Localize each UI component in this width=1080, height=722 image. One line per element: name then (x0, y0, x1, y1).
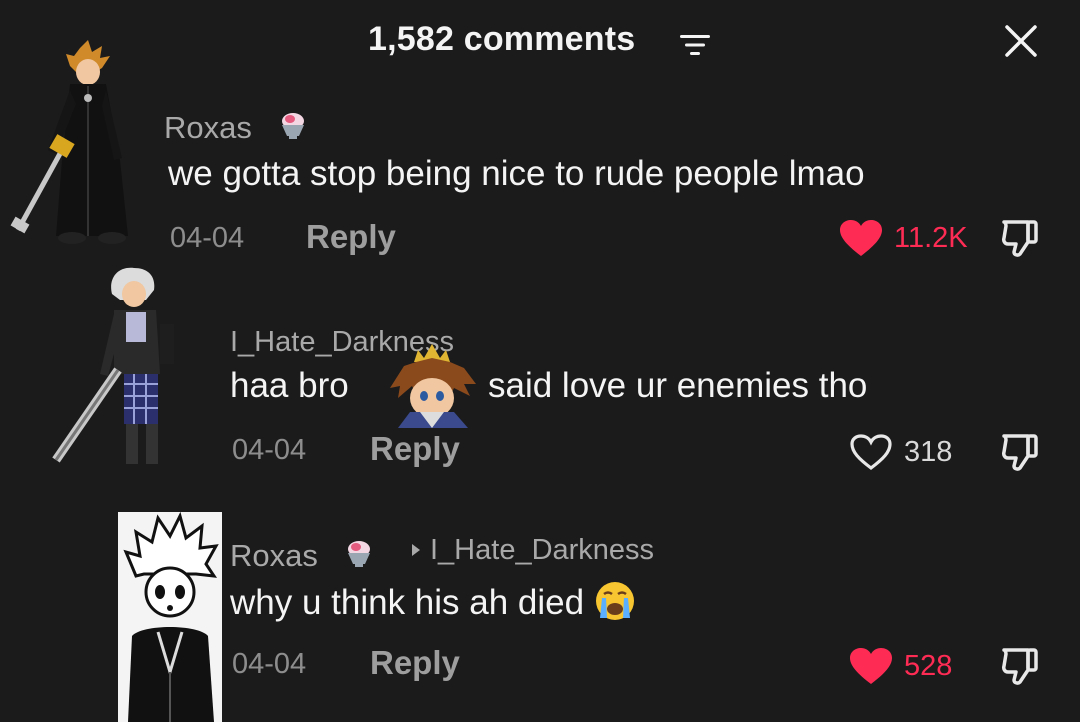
like-button[interactable]: 528 (848, 646, 968, 686)
shaved-ice-icon (348, 541, 370, 567)
crying-face-icon (595, 582, 634, 620)
comment-text: why u think his ah died (230, 580, 636, 623)
comment-item: Roxas I_Hate_Darkness why u think his ah… (0, 0, 1080, 722)
comment-username[interactable]: Roxas (230, 538, 318, 574)
dislike-icon[interactable] (998, 644, 1042, 688)
comment-text-content: why u think his ah died (230, 583, 585, 622)
comments-panel: 1,582 comments Roxas we gotta stop being… (0, 0, 1080, 722)
reply-to-arrow-icon (412, 544, 420, 556)
comment-date: 04-04 (232, 648, 307, 680)
like-count: 528 (904, 650, 953, 682)
heart-filled-icon (850, 648, 892, 684)
reply-button[interactable]: Reply (370, 644, 460, 682)
avatar[interactable] (118, 512, 222, 722)
reply-to-username[interactable]: I_Hate_Darkness (430, 534, 654, 567)
